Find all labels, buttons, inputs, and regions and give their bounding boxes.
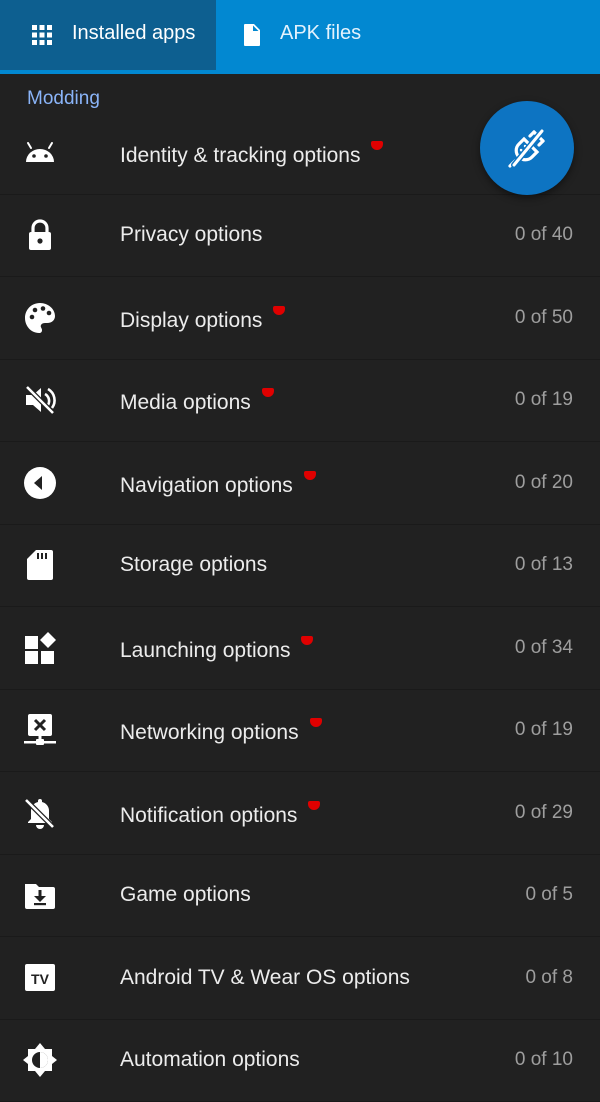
list-item-networking[interactable]: Networking options 0 of 19	[0, 690, 600, 772]
option-count: 0 of 19	[514, 389, 573, 410]
sd-card-icon	[27, 550, 53, 580]
list-item-media[interactable]: Media options 0 of 19	[0, 360, 600, 442]
option-label: Android TV & Wear OS options	[120, 966, 410, 989]
file-icon	[244, 24, 260, 46]
new-badge-dot	[303, 471, 316, 480]
palette-icon	[25, 303, 55, 333]
option-label: Game options	[120, 883, 251, 906]
list-item-privacy[interactable]: Privacy options 0 of 40	[0, 195, 600, 277]
option-count: 0 of 20	[514, 472, 573, 493]
option-count: 0 of 50	[514, 307, 573, 328]
network-off-icon	[24, 714, 56, 745]
volume-off-icon	[25, 385, 56, 415]
list-item-display[interactable]: Display options 0 of 50	[0, 278, 600, 360]
option-count: 0 of 13	[514, 554, 573, 575]
widgets-icon	[25, 632, 56, 664]
tab-apk-files[interactable]: APK files	[216, 0, 600, 74]
list-item-android-tv-wear-os[interactable]: TV Android TV & Wear OS options 0 of 8	[0, 938, 600, 1020]
option-label: Media options	[120, 388, 274, 415]
new-badge-dot	[301, 636, 314, 645]
option-label: Navigation options	[120, 471, 316, 498]
list-item-launching[interactable]: Launching options 0 of 34	[0, 608, 600, 690]
list-item-automation[interactable]: Automation options 0 of 10	[0, 1020, 600, 1102]
list-item-game[interactable]: Game options 0 of 5	[0, 855, 600, 937]
tab-label: Installed apps	[72, 22, 196, 44]
svg-text:TV: TV	[31, 971, 50, 987]
option-count: 0 of 19	[514, 719, 573, 740]
option-label: Notification options	[120, 801, 321, 828]
apk-mod-icon	[508, 128, 545, 168]
option-label: Automation options	[120, 1048, 300, 1071]
folder-download-icon	[25, 884, 55, 909]
section-title: Modding	[27, 88, 100, 109]
tv-icon: TV	[25, 964, 55, 991]
option-count: 0 of 10	[514, 1049, 573, 1070]
list-item-navigation[interactable]: Navigation options 0 of 20	[0, 443, 600, 525]
navigation-back-icon	[24, 467, 56, 499]
option-label: Launching options	[120, 636, 314, 663]
tab-bar: Installed apps APK files	[0, 0, 600, 74]
new-badge-dot	[273, 306, 286, 315]
list-item-storage[interactable]: Storage options 0 of 13	[0, 525, 600, 607]
notifications-off-icon	[24, 798, 55, 829]
new-badge-dot	[308, 801, 321, 810]
android-icon	[26, 142, 54, 162]
tab-label: APK files	[280, 22, 362, 44]
option-count: 0 of 29	[514, 802, 573, 823]
apps-grid-icon	[32, 25, 52, 45]
option-label: Identity & tracking options	[120, 141, 384, 168]
option-label: Privacy options	[120, 223, 263, 246]
new-badge-dot	[371, 141, 384, 150]
option-label: Networking options	[120, 718, 322, 745]
tab-installed-apps[interactable]: Installed apps	[0, 0, 216, 70]
option-count: 0 of 40	[514, 224, 573, 245]
floating-action-button[interactable]	[480, 101, 574, 195]
new-badge-dot	[309, 718, 322, 727]
option-count: 0 of 5	[525, 884, 573, 905]
new-badge-dot	[261, 388, 274, 397]
option-count: 0 of 8	[525, 967, 573, 988]
lock-icon	[29, 219, 51, 250]
option-label: Storage options	[120, 553, 268, 576]
option-count: 0 of 34	[514, 637, 573, 658]
brightness-icon	[23, 1043, 57, 1077]
list-item-notification[interactable]: Notification options 0 of 29	[0, 773, 600, 855]
option-label: Display options	[120, 306, 286, 333]
